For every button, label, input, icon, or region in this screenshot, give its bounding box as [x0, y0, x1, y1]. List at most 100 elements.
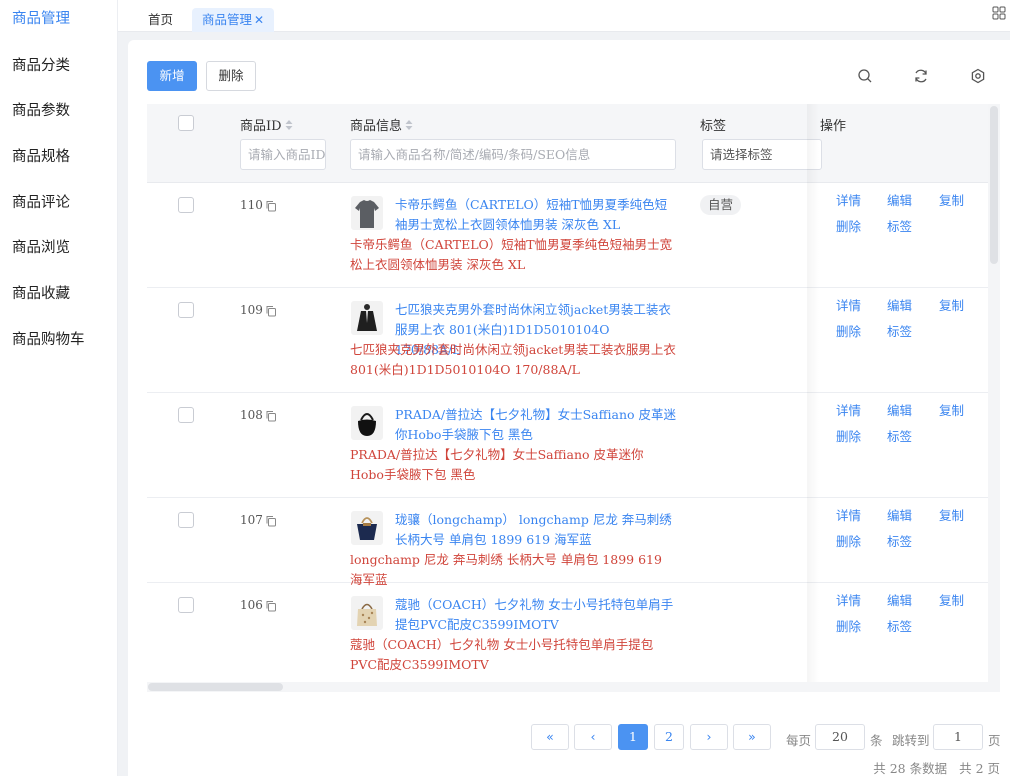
table-row: 107 珑骧（longchamp） longchamp 尼龙 奔马刺绣 长柄大号… — [147, 498, 1000, 587]
sidebar-item-product-reviews[interactable]: 商品评论 — [0, 183, 117, 229]
tab-product-management[interactable]: 商品管理 ✕ — [192, 8, 275, 32]
row-delete-button[interactable]: 删除 — [836, 426, 861, 445]
product-title-link[interactable]: PRADA/普拉达【七夕礼物】女士Saffiano 皮革迷你Hobo手袋腋下包 … — [395, 405, 677, 445]
row-checkbox[interactable] — [178, 597, 194, 613]
row-delete-button[interactable]: 删除 — [836, 321, 861, 340]
search-icon[interactable] — [856, 67, 874, 85]
product-title-link[interactable]: 蔻驰（COACH）七夕礼物 女士小号托特包单肩手提包PVC配皮C3599IMOT… — [395, 595, 677, 635]
table-row: 110 卡帝乐鳄鱼（CARTELO）短袖T恤男夏季纯色短袖男士宽松上衣圆领体恤男… — [147, 183, 1000, 288]
page-button-1[interactable]: 1 — [618, 724, 648, 750]
tab-bar: 首页 商品管理 ✕ — [118, 0, 1010, 32]
tag-filter-select[interactable]: 请选择标签 — [702, 139, 822, 170]
edit-button[interactable]: 编辑 — [887, 295, 912, 314]
last-page-button[interactable]: » — [733, 724, 771, 750]
sort-icon[interactable] — [405, 119, 413, 131]
jump-to-input[interactable]: 1 — [933, 724, 983, 750]
sidebar-item-product-favorites[interactable]: 商品收藏 — [0, 274, 117, 320]
detail-button[interactable]: 详情 — [836, 400, 861, 419]
total-records: 共 28 条数据 — [873, 761, 948, 776]
product-title-link[interactable]: 珑骧（longchamp） longchamp 尼龙 奔马刺绣 长柄大号 单肩包… — [395, 510, 677, 550]
grid-menu-icon[interactable] — [992, 6, 1006, 20]
horizontal-scroll-thumb[interactable] — [148, 683, 283, 691]
sidebar-item-product-params[interactable]: 商品参数 — [0, 91, 117, 137]
product-info-filter-input[interactable]: 请输入商品名称/简述/编码/条码/SEO信息 — [350, 139, 676, 170]
tag-button[interactable]: 标签 — [887, 321, 912, 340]
tab-home[interactable]: 首页 — [140, 8, 181, 32]
product-thumbnail — [351, 511, 383, 545]
pagination-summary: 共 28 条数据共 2 页 — [873, 758, 1000, 776]
copy-button[interactable]: 复制 — [939, 505, 964, 524]
pagination: « ‹ 1 2 › » 每页 20 条 跳转到 1 页 — [128, 724, 1010, 754]
next-page-button[interactable]: › — [690, 724, 728, 750]
edit-button[interactable]: 编辑 — [887, 590, 912, 609]
tag-button[interactable]: 标签 — [887, 531, 912, 550]
column-label: 商品ID — [240, 119, 282, 134]
copy-button[interactable]: 复制 — [939, 190, 964, 209]
product-id: 110 — [240, 198, 263, 212]
sidebar-item-product-views[interactable]: 商品浏览 — [0, 228, 117, 274]
vertical-scroll-thumb[interactable] — [990, 106, 998, 264]
product-title-link[interactable]: 卡帝乐鳄鱼（CARTELO）短袖T恤男夏季纯色短袖男士宽松上衣圆领体恤男装 深灰… — [395, 195, 677, 235]
tag-button[interactable]: 标签 — [887, 426, 912, 445]
column-header-info[interactable]: 商品信息 — [350, 115, 413, 134]
detail-button[interactable]: 详情 — [836, 505, 861, 524]
refresh-icon[interactable] — [912, 67, 930, 85]
copy-icon[interactable] — [265, 600, 277, 612]
jump-unit: 页 — [988, 733, 1001, 748]
table-row: 106 蔻驰（COACH）七夕礼物 女士小号托特包单肩手提包PVC配皮C3599… — [147, 583, 1000, 688]
product-subtitle: 七匹狼夹克男外套时尚休闲立领jacket男装工装衣服男上衣 801(米白)1D1… — [350, 342, 676, 377]
jump-to-label: 跳转到 — [892, 733, 930, 748]
sort-icon[interactable] — [285, 119, 293, 131]
per-page-input[interactable]: 20 — [815, 724, 865, 750]
tag-button[interactable]: 标签 — [887, 616, 912, 635]
copy-button[interactable]: 复制 — [939, 590, 964, 609]
row-delete-button[interactable]: 删除 — [836, 216, 861, 235]
vertical-scrollbar[interactable] — [988, 104, 1000, 684]
tag-button[interactable]: 标签 — [887, 216, 912, 235]
copy-icon[interactable] — [265, 305, 277, 317]
delete-button[interactable]: 删除 — [206, 61, 256, 91]
product-subtitle: 卡帝乐鳄鱼（CARTELO）短袖T恤男夏季纯色短袖男士宽松上衣圆领体恤男装 深灰… — [350, 237, 673, 272]
table-row: 109 七匹狼夹克男外套时尚休闲立领jacket男装工装衣服男上衣 801(米白… — [147, 288, 1000, 393]
copy-button[interactable]: 复制 — [939, 400, 964, 419]
table-row: 108 PRADA/普拉达【七夕礼物】女士Saffiano 皮革迷你Hobo手袋… — [147, 393, 1000, 498]
row-checkbox[interactable] — [178, 302, 194, 318]
column-header-tag: 标签 — [700, 119, 727, 134]
prev-page-button[interactable]: ‹ — [574, 724, 612, 750]
horizontal-scrollbar[interactable] — [147, 682, 1000, 692]
copy-icon[interactable] — [265, 410, 277, 422]
product-id: 107 — [240, 513, 263, 527]
column-label: 商品信息 — [350, 119, 403, 134]
settings-icon[interactable] — [969, 67, 987, 85]
row-checkbox[interactable] — [178, 407, 194, 423]
first-page-button[interactable]: « — [531, 724, 569, 750]
detail-button[interactable]: 详情 — [836, 190, 861, 209]
product-table: 商品ID 商品信息 标签 操作 请输入商品ID 请输入商品名称/简述/编码/条码… — [147, 104, 1000, 692]
select-all-checkbox[interactable] — [178, 115, 194, 131]
sidebar-item-product-specs[interactable]: 商品规格 — [0, 137, 117, 183]
product-id: 106 — [240, 598, 263, 612]
row-checkbox[interactable] — [178, 197, 194, 213]
sidebar-item-product-cart[interactable]: 商品购物车 — [0, 320, 117, 366]
detail-button[interactable]: 详情 — [836, 590, 861, 609]
per-page-label: 每页 — [786, 733, 812, 748]
edit-button[interactable]: 编辑 — [887, 400, 912, 419]
row-delete-button[interactable]: 删除 — [836, 616, 861, 635]
row-checkbox[interactable] — [178, 512, 194, 528]
close-icon[interactable]: ✕ — [254, 13, 264, 27]
sidebar: 商品管理 商品分类 商品参数 商品规格 商品评论 商品浏览 商品收藏 商品购物车 — [0, 0, 118, 776]
product-id-filter-input[interactable]: 请输入商品ID — [240, 139, 326, 170]
add-button[interactable]: 新增 — [147, 61, 197, 91]
edit-button[interactable]: 编辑 — [887, 190, 912, 209]
column-header-id[interactable]: 商品ID — [240, 115, 293, 134]
copy-icon[interactable] — [265, 200, 277, 212]
page-button-2[interactable]: 2 — [654, 724, 684, 750]
edit-button[interactable]: 编辑 — [887, 505, 912, 524]
total-pages: 共 2 页 — [959, 761, 1000, 776]
copy-button[interactable]: 复制 — [939, 295, 964, 314]
copy-icon[interactable] — [265, 515, 277, 527]
sidebar-item-product-management[interactable]: 商品管理 — [0, 0, 117, 46]
row-delete-button[interactable]: 删除 — [836, 531, 861, 550]
detail-button[interactable]: 详情 — [836, 295, 861, 314]
sidebar-item-product-category[interactable]: 商品分类 — [0, 46, 117, 92]
